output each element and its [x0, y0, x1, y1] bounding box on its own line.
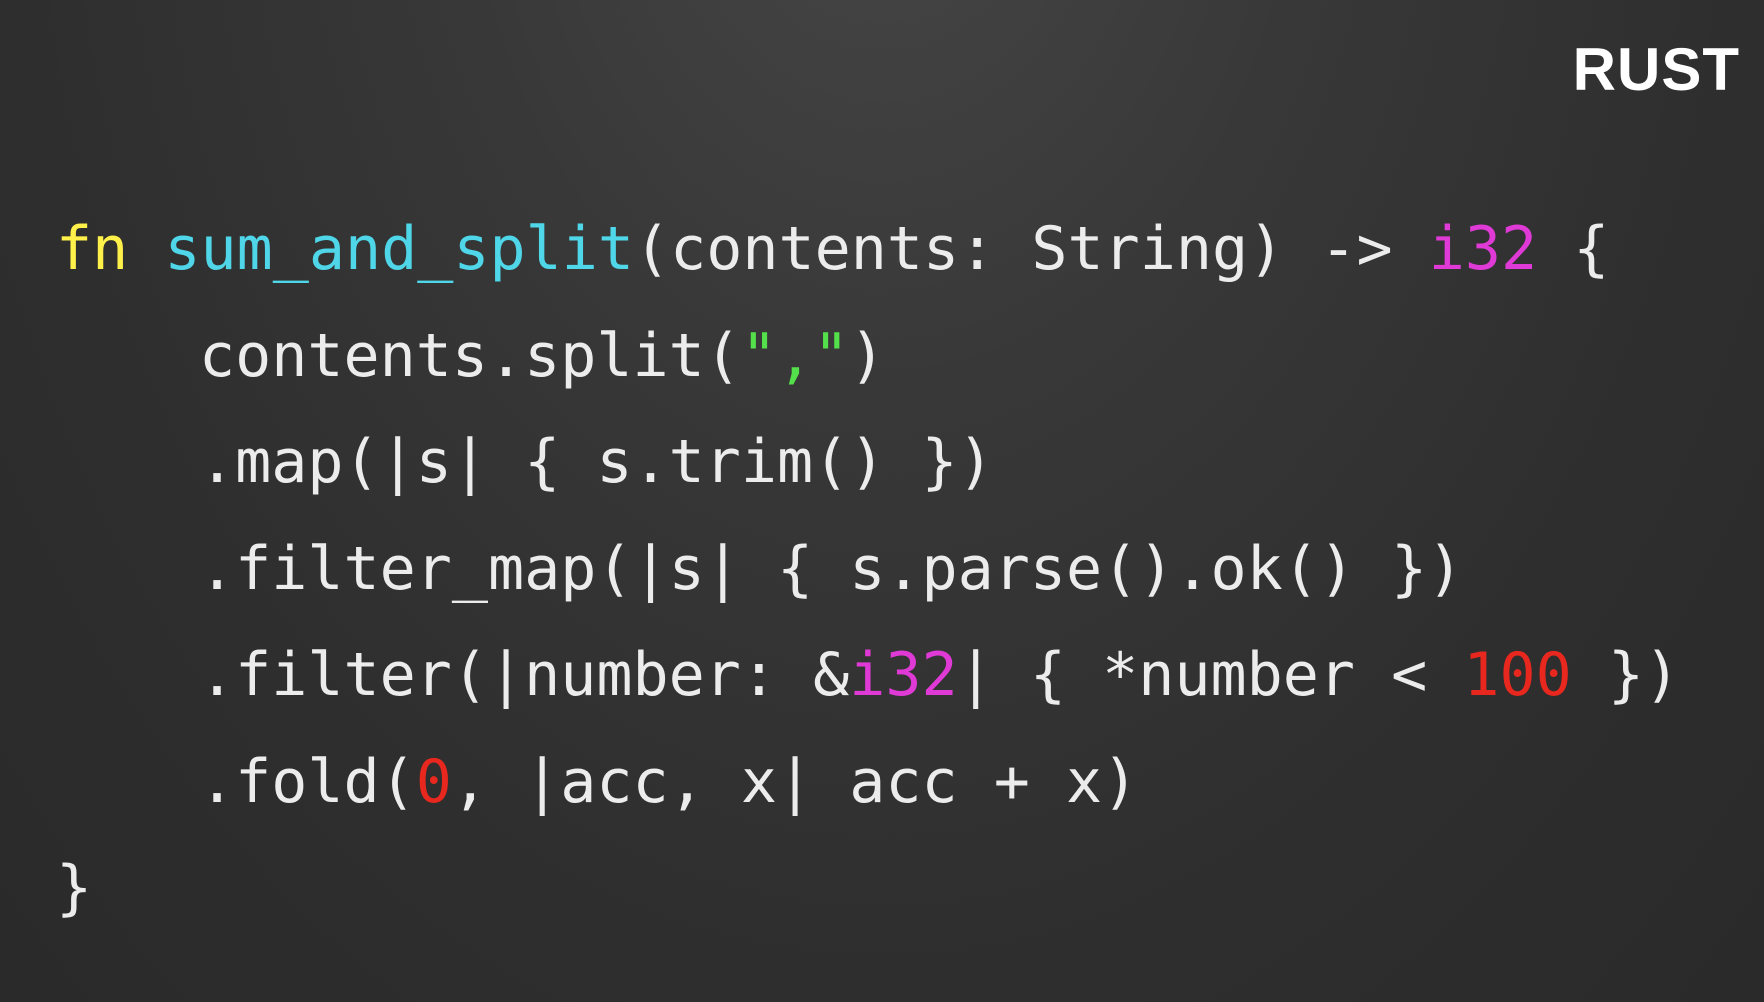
code-block: fn sum_and_split(contents: String) -> i3…	[56, 196, 1680, 942]
code-token-number: 0	[415, 746, 452, 817]
code-token-plain: .filter(|number: &	[199, 640, 850, 710]
code-token-plain: (contents: String) ->	[633, 214, 1429, 284]
code-line: }	[56, 835, 1680, 942]
code-line: .filter(|number: &i32| { *number < 100 }…	[56, 622, 1680, 729]
code-token-type: i32	[1428, 214, 1538, 284]
code-token-fn: sum_and_split	[164, 214, 634, 284]
code-token-plain: .filter_map(|s| { s.parse().ok() })	[199, 533, 1464, 604]
code-line: fn sum_and_split(contents: String) -> i3…	[56, 196, 1680, 303]
code-line: contents.split(",")	[56, 303, 1680, 410]
code-token-number: 100	[1463, 640, 1572, 710]
code-token-plain: .fold(	[199, 746, 416, 817]
code-token-plain: .map(|s| { s.trim() })	[199, 427, 994, 497]
code-line: .map(|s| { s.trim() })	[56, 409, 1680, 516]
code-token-plain: }	[56, 853, 93, 923]
code-token-plain: | { *number <	[957, 640, 1464, 710]
code-token-plain: contents.split(	[199, 320, 741, 391]
language-label: RUST	[1572, 36, 1740, 103]
code-token-keyword: fn	[56, 214, 129, 284]
code-token-type: i32	[849, 640, 958, 710]
code-token-plain: , |acc, x| acc + x)	[451, 746, 1139, 817]
code-token-string: ","	[740, 320, 850, 391]
code-token-plain: })	[1571, 640, 1681, 710]
code-line: .fold(0, |acc, x| acc + x)	[56, 729, 1680, 836]
code-token-plain: {	[1537, 214, 1610, 284]
code-line: .filter_map(|s| { s.parse().ok() })	[56, 516, 1680, 623]
code-token-plain: )	[849, 320, 886, 391]
